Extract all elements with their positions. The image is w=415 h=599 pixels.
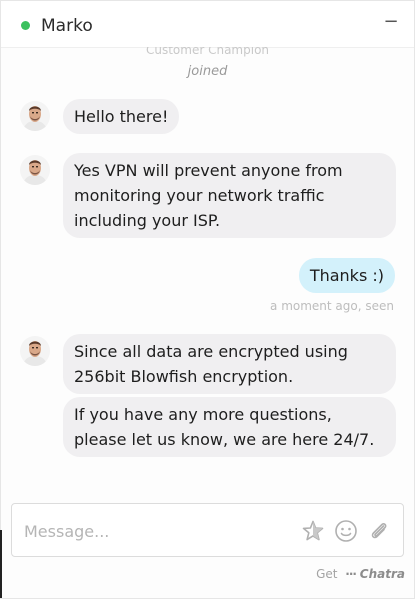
message-list[interactable]: Customer Champion joined Hello there! Ye… (1, 47, 414, 495)
message-status: a moment ago, seen (270, 299, 394, 313)
agent-avatar (20, 101, 50, 131)
agent-avatar (20, 336, 50, 366)
star-icon[interactable] (301, 519, 325, 543)
powered-by-footer[interactable]: Get ··· Chatra (316, 567, 405, 581)
message-text: Hello there! (74, 107, 169, 126)
agent-message-bubble: Hello there! (63, 99, 180, 134)
minimize-button[interactable]: − (382, 11, 400, 32)
agent-message-bubble: Yes VPN will prevent anyone from monitor… (63, 153, 396, 238)
agent-message-bubble: If you have any more questions, please l… (63, 397, 396, 457)
smiley-icon[interactable] (334, 519, 358, 543)
footer-get-text: Get (316, 567, 338, 581)
footer-brand: Chatra (359, 567, 405, 581)
message-line: including your ISP. (74, 211, 221, 230)
message-line: 256bit Blowfish encryption. (74, 367, 294, 386)
chatra-logo-icon: ··· (345, 567, 357, 581)
message-line: If you have any more questions, (74, 405, 332, 424)
paperclip-icon[interactable] (367, 519, 391, 543)
joined-notice: joined (187, 64, 228, 79)
agent-name: Marko (41, 16, 93, 36)
agent-avatar (20, 155, 50, 185)
agent-message-bubble: Since all data are encrypted using 256bi… (63, 334, 396, 394)
online-status-indicator (21, 21, 30, 30)
agent-title: Customer Champion (145, 47, 270, 57)
background-edge (0, 530, 2, 598)
message-line: Yes VPN will prevent anyone from (74, 161, 343, 180)
message-line: please let us know, we are here 24/7. (74, 430, 375, 449)
message-composer (11, 503, 404, 557)
chat-header: Marko − (1, 1, 414, 48)
message-line: monitoring your network traffic (74, 186, 325, 205)
user-message-bubble: Thanks :) (298, 258, 395, 293)
message-text: Thanks :) (309, 266, 384, 285)
message-input[interactable] (22, 514, 296, 548)
message-line: Since all data are encrypted using (74, 342, 348, 361)
chat-widget: Marko − Customer Champion joined Hello t… (0, 0, 415, 599)
